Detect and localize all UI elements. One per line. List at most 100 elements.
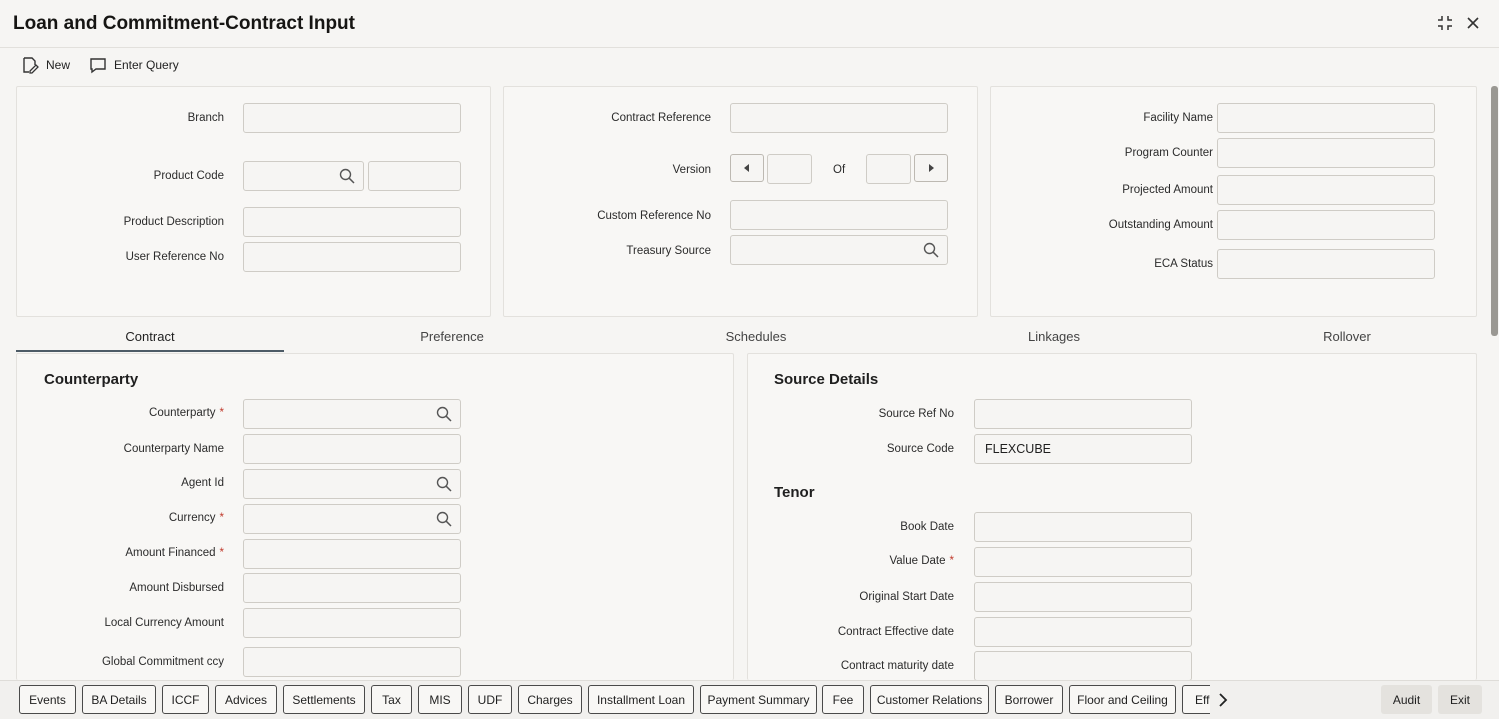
floor-and-ceiling-button[interactable]: Floor and Ceiling	[1069, 685, 1176, 714]
new-label: New	[46, 58, 71, 72]
projected-amount-label: Projected Amount	[1122, 184, 1213, 196]
program-counter-field[interactable]	[1217, 138, 1435, 168]
header-left-panel: Branch Product Code Product Description …	[16, 86, 491, 317]
outstanding-amount-label: Outstanding Amount	[1108, 219, 1213, 231]
currency-label: Currency *	[168, 512, 224, 524]
caret-right-icon	[929, 164, 934, 172]
eca-status-label: ECA Status	[1154, 258, 1213, 270]
tab-rollover[interactable]: Rollover	[1211, 329, 1483, 344]
udf-button[interactable]: UDF	[468, 685, 512, 714]
facility-name-label: Facility Name	[1143, 112, 1213, 124]
amount-disbursed-field[interactable]	[243, 573, 461, 603]
tab-schedules[interactable]: Schedules	[620, 329, 892, 344]
global-commitment-field[interactable]	[243, 647, 461, 677]
amount-financed-field[interactable]	[243, 539, 461, 569]
local-currency-amount-label: Local Currency Amount	[104, 617, 224, 629]
bottom-action-bar: Events BA Details ICCF Advices Settlemen…	[0, 680, 1499, 719]
outstanding-amount-field[interactable]	[1217, 210, 1435, 240]
payment-summary-button[interactable]: Payment Summary	[700, 685, 817, 714]
counterparty-field[interactable]	[243, 399, 461, 429]
facility-name-field[interactable]	[1217, 103, 1435, 133]
charges-button[interactable]: Charges	[518, 685, 582, 714]
active-tab-indicator	[16, 350, 284, 352]
close-icon[interactable]	[1462, 12, 1484, 34]
settlements-button[interactable]: Settlements	[283, 685, 365, 714]
events-button[interactable]: Events	[19, 685, 76, 714]
program-counter-label: Program Counter	[1124, 147, 1213, 159]
new-document-icon	[23, 57, 39, 74]
new-button[interactable]: New	[21, 56, 70, 74]
source-code-field[interactable]: FLEXCUBE	[974, 434, 1192, 464]
product-code-field[interactable]	[243, 161, 364, 191]
title-bar: Loan and Commitment-Contract Input	[0, 0, 1499, 48]
counterparty-name-label: Counterparty Name	[123, 443, 224, 455]
header-mid-panel: Contract Reference Version Of Custom Ref…	[503, 86, 978, 317]
contract-effective-date-field[interactable]	[974, 617, 1192, 647]
counterparty-name-field[interactable]	[243, 434, 461, 464]
counterparty-panel: Counterparty Counterparty * Counterparty …	[16, 353, 734, 680]
currency-field[interactable]	[243, 504, 461, 534]
amount-disbursed-label: Amount Disbursed	[129, 582, 224, 594]
search-icon[interactable]	[923, 242, 939, 258]
search-icon[interactable]	[436, 511, 452, 527]
value-date-field[interactable]	[974, 547, 1192, 577]
tab-linkages[interactable]: Linkages	[918, 329, 1190, 344]
caret-left-icon	[744, 164, 749, 172]
product-code-desc-field[interactable]	[368, 161, 461, 191]
tab-preference[interactable]: Preference	[316, 329, 588, 344]
effective-button-truncated[interactable]: Eff	[1182, 685, 1210, 714]
header-right-panel: Facility Name Program Counter Projected …	[990, 86, 1477, 317]
page-scrollbar[interactable]	[1491, 86, 1498, 336]
tab-contract[interactable]: Contract	[16, 329, 284, 344]
maximize-icon[interactable]	[1434, 12, 1456, 34]
eca-status-field[interactable]	[1217, 249, 1435, 279]
book-date-label: Book Date	[900, 521, 954, 533]
next-version-button[interactable]	[914, 154, 948, 182]
search-icon[interactable]	[436, 476, 452, 492]
source-ref-field[interactable]	[974, 399, 1192, 429]
iccf-button[interactable]: ICCF	[162, 685, 209, 714]
search-icon[interactable]	[436, 406, 452, 422]
counterparty-label: Counterparty *	[149, 407, 224, 419]
ba-details-button[interactable]: BA Details	[82, 685, 156, 714]
exit-button[interactable]: Exit	[1438, 685, 1482, 714]
tax-button[interactable]: Tax	[371, 685, 412, 714]
contract-reference-field[interactable]	[730, 103, 948, 133]
original-start-date-label: Original Start Date	[859, 591, 954, 603]
original-start-date-field[interactable]	[974, 582, 1192, 612]
source-ref-label: Source Ref No	[878, 408, 954, 420]
version-field[interactable]	[767, 154, 812, 184]
projected-amount-field[interactable]	[1217, 175, 1435, 205]
user-reference-field[interactable]	[243, 242, 461, 272]
enter-query-label: Enter Query	[114, 58, 179, 72]
treasury-source-field[interactable]	[730, 235, 948, 265]
customer-relations-button[interactable]: Customer Relations	[870, 685, 989, 714]
fee-button[interactable]: Fee	[822, 685, 864, 714]
treasury-source-label: Treasury Source	[626, 245, 711, 257]
book-date-field[interactable]	[974, 512, 1192, 542]
product-description-field[interactable]	[243, 207, 461, 237]
installment-loan-button[interactable]: Installment Loan	[588, 685, 694, 714]
contract-effective-date-label: Contract Effective date	[837, 626, 954, 638]
advices-button[interactable]: Advices	[215, 685, 277, 714]
local-currency-amount-field[interactable]	[243, 608, 461, 638]
previous-version-button[interactable]	[730, 154, 764, 182]
mis-button[interactable]: MIS	[418, 685, 462, 714]
borrower-button[interactable]: Borrower	[995, 685, 1063, 714]
source-tenor-panel: Source Details Source Ref No Source Code…	[747, 353, 1477, 681]
version-total-field	[866, 154, 911, 184]
agent-id-label: Agent Id	[181, 477, 224, 489]
enter-query-button[interactable]: Enter Query	[89, 56, 179, 74]
contract-maturity-date-field[interactable]	[974, 651, 1192, 681]
counterparty-section-title: Counterparty	[44, 371, 139, 388]
source-details-title: Source Details	[774, 371, 879, 388]
branch-field[interactable]	[243, 103, 461, 133]
tenor-title: Tenor	[774, 484, 815, 501]
audit-button[interactable]: Audit	[1381, 685, 1432, 714]
toolbar: New Enter Query	[0, 52, 1490, 82]
chevron-right-icon[interactable]	[1214, 691, 1232, 709]
custom-reference-field[interactable]	[730, 200, 948, 230]
product-description-label: Product Description	[123, 216, 224, 228]
agent-id-field[interactable]	[243, 469, 461, 499]
search-icon[interactable]	[339, 168, 355, 184]
